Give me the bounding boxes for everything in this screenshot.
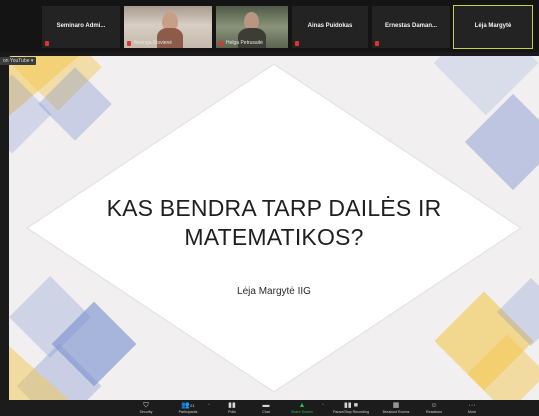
participant-count: 21 — [190, 403, 195, 408]
recording-icon: ▮▮ ■ — [344, 402, 358, 409]
toolbar-label: Share Screen — [291, 410, 313, 414]
participant-tile-active-speaker[interactable]: Lėja Margytė — [453, 5, 533, 49]
screen-share-label[interactable]: on YouTube ▾ — [0, 57, 37, 65]
participant-name: Lėja Margytė — [474, 23, 512, 29]
security-button[interactable]: ⛉ Security — [126, 401, 166, 415]
slide-author: Lėja Margytė IIG — [237, 286, 311, 297]
breakout-rooms-icon: ▦ — [392, 402, 400, 409]
participant-video-tile[interactable]: Helga Petrusaitė — [216, 6, 288, 48]
shared-screen: KAS BENDRA TARP DAILĖS IR MATEMATIKOS? L… — [9, 56, 539, 400]
mic-muted-icon — [219, 41, 223, 46]
toolbar-label: Reactions — [426, 410, 442, 414]
participant-tile[interactable]: Seminaro Admi... — [42, 6, 120, 48]
chat-button[interactable]: ▬ Chat — [246, 401, 286, 415]
blue-diamond-shape — [464, 93, 539, 191]
participants-button[interactable]: 👥21 Participants — [168, 401, 208, 415]
toolbar-label: Participants — [178, 410, 198, 414]
mic-muted-icon — [375, 41, 379, 46]
chevron-up-icon[interactable]: ^ — [208, 402, 210, 407]
share-screen-button[interactable]: ▲ Share Screen — [282, 401, 322, 415]
chat-icon: ▬ — [262, 402, 270, 409]
slide-title-line: MATEMATIKOS? — [184, 224, 364, 250]
participant-name: Helga Petrusaitė — [226, 40, 263, 46]
shield-icon: ⛉ — [143, 402, 149, 409]
breakout-rooms-button[interactable]: ▦ Breakout Rooms — [376, 401, 416, 415]
toolbar-label: Chat — [262, 410, 270, 414]
slide-title: KAS BENDRA TARP DAILĖS IR MATEMATIKOS? — [9, 194, 539, 252]
recording-button[interactable]: ▮▮ ■ Pause/Stop Recording — [328, 401, 374, 415]
participant-name: Seminaro Admi... — [56, 23, 106, 29]
toolbar-label: Security — [139, 410, 153, 414]
more-icon: ··· — [468, 402, 476, 409]
participant-name: Ainas Puidokas — [307, 23, 353, 29]
participant-gallery: Seminaro Admi... Neringa Klovienė Helga … — [0, 0, 539, 52]
participants-icon: 👥21 — [181, 402, 195, 409]
mic-muted-icon — [295, 41, 299, 46]
toolbar-label: More — [467, 410, 477, 414]
participant-tile[interactable]: Ernestas Daman... — [372, 6, 450, 48]
toolbar-label: Breakout Rooms — [382, 410, 410, 414]
participant-video-tile[interactable]: Neringa Klovienė — [124, 6, 212, 48]
participant-name: Ernestas Daman... — [384, 23, 438, 29]
chevron-up-icon[interactable]: ^ — [322, 402, 324, 407]
participant-tile[interactable]: Ainas Puidokas — [292, 6, 368, 48]
participant-name: Neringa Klovienė — [134, 40, 173, 46]
mic-muted-icon — [45, 41, 49, 46]
meeting-toolbar: ⛉ Security 👥21 Participants ^ ▮▮ Polls ▬… — [0, 400, 539, 416]
mic-muted-icon — [127, 41, 131, 46]
share-screen-icon: ▲ — [298, 402, 306, 409]
slide-title-line: KAS BENDRA TARP DAILĖS IR — [106, 195, 442, 221]
reactions-button[interactable]: ☺ Reactions — [414, 401, 454, 415]
reactions-icon: ☺ — [430, 402, 438, 409]
more-button[interactable]: ··· More — [452, 401, 492, 415]
toolbar-label: Pause/Stop Recording — [333, 410, 369, 414]
